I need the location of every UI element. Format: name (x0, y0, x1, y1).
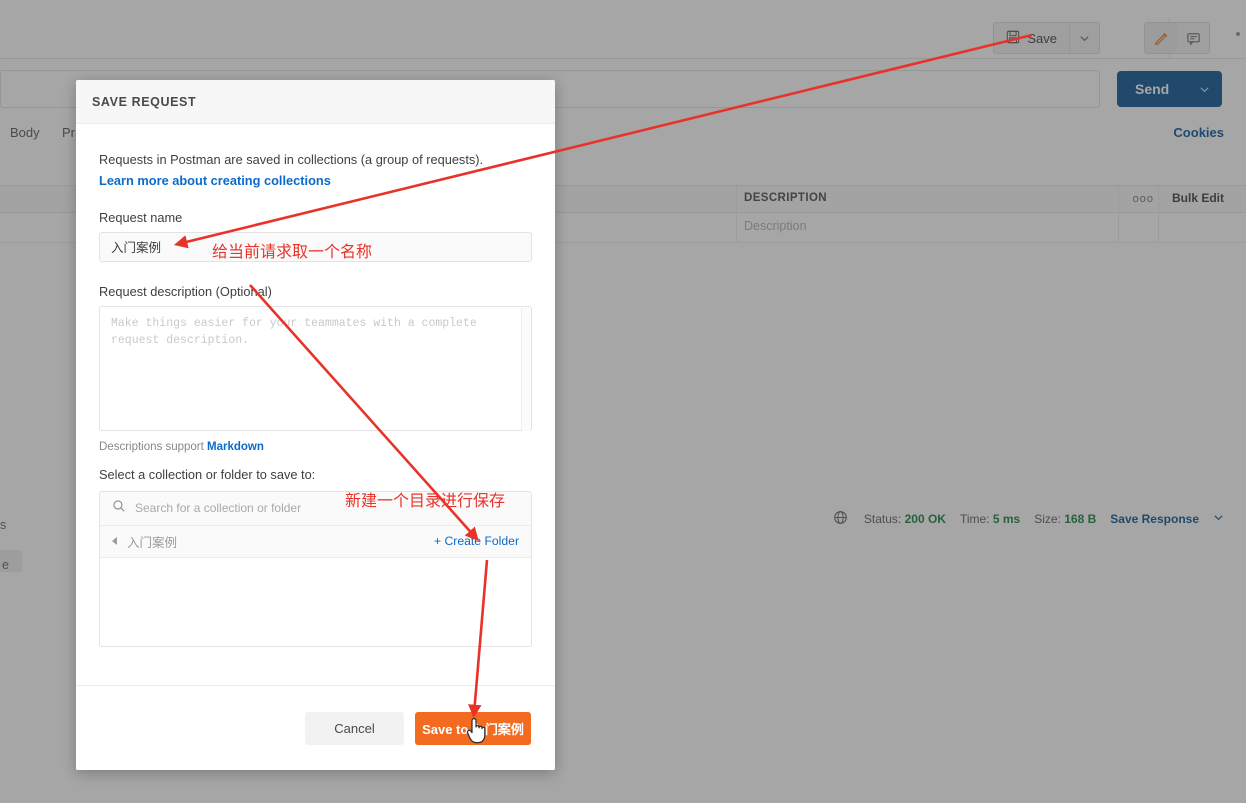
mouse-cursor-pointer (466, 718, 488, 744)
dialog-title: SAVE REQUEST (92, 95, 196, 109)
request-description-textarea[interactable]: Make things easier for your teammates wi… (99, 306, 532, 431)
dialog-body: Requests in Postman are saved in collect… (76, 124, 555, 685)
save-request-dialog: SAVE REQUEST Requests in Postman are sav… (76, 80, 555, 770)
collection-name: 入门案例 (127, 532, 177, 551)
postman-window: Save (0, 0, 1246, 803)
intro-text: Requests in Postman are saved in collect… (99, 150, 532, 170)
collection-picker-empty-area (100, 558, 531, 646)
dialog-header: SAVE REQUEST (76, 80, 555, 124)
collection-search-placeholder: Search for a collection or folder (135, 501, 301, 515)
create-folder-button[interactable]: + Create Folder (434, 534, 519, 548)
learn-more-link[interactable]: Learn more about creating collections (99, 173, 532, 188)
request-description-placeholder: Make things easier for your teammates wi… (111, 317, 477, 347)
request-name-label: Request name (99, 210, 532, 225)
markdown-note: Descriptions support Markdown (99, 441, 532, 453)
collection-row[interactable]: 入门案例 + Create Folder (100, 526, 531, 558)
markdown-note-prefix: Descriptions support (99, 441, 204, 453)
collection-picker: Search for a collection or folder 入门案例 +… (99, 491, 532, 647)
textarea-scrollbar[interactable] (521, 308, 530, 431)
collection-search-row[interactable]: Search for a collection or folder (100, 492, 531, 526)
select-collection-label: Select a collection or folder to save to… (99, 467, 532, 482)
request-description-label: Request description (Optional) (99, 284, 532, 299)
cancel-button[interactable]: Cancel (305, 712, 404, 745)
triangle-collapse-icon[interactable] (112, 537, 117, 545)
markdown-link[interactable]: Markdown (207, 441, 264, 453)
search-icon (112, 499, 126, 518)
request-name-input[interactable]: 入门案例 (99, 232, 532, 262)
request-name-value: 入门案例 (111, 237, 161, 256)
